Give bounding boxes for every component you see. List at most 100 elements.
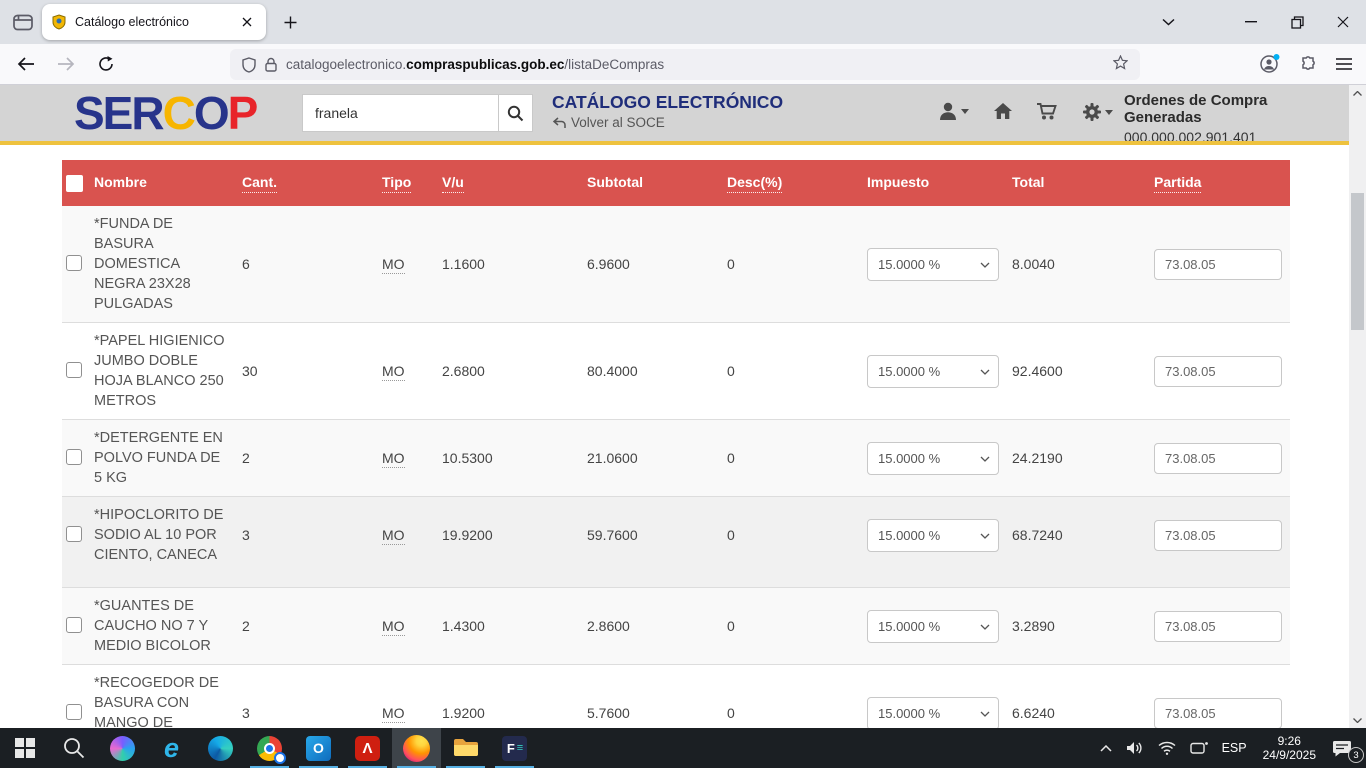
back-button[interactable] — [10, 48, 42, 80]
total-value: 6.6240 — [1012, 705, 1154, 721]
shield-icon — [242, 57, 256, 73]
select-all-checkbox[interactable] — [66, 175, 83, 192]
firefox-view-button[interactable] — [8, 9, 38, 35]
descuento-value: 0 — [727, 256, 867, 272]
window-close-button[interactable] — [1320, 0, 1366, 44]
tray-volume-button[interactable] — [1119, 728, 1151, 768]
subtotal-value: 5.7600 — [587, 705, 727, 721]
subtotal-value: 21.0600 — [587, 450, 727, 466]
list-all-tabs-button[interactable] — [1154, 8, 1182, 36]
row-checkbox[interactable] — [66, 449, 82, 465]
reload-icon — [98, 56, 114, 72]
taskbar-outlook-button[interactable]: O — [294, 728, 343, 768]
home-button[interactable] — [993, 102, 1013, 120]
column-header: Desc(%) — [727, 174, 867, 193]
impuesto-select-wrap: 15.0000 % — [867, 697, 999, 729]
window-minimize-button[interactable] — [1228, 0, 1274, 44]
column-header: Cant. — [242, 174, 382, 193]
partida-input[interactable] — [1154, 611, 1282, 642]
sercop-header: SERCOP CATÁLOGO ELECTRÓNICO Volver al SO… — [0, 85, 1349, 141]
user-menu-button[interactable] — [938, 102, 969, 121]
language-indicator[interactable]: ESP — [1215, 728, 1254, 768]
tray-device-button[interactable] — [1183, 728, 1215, 768]
scroll-down-arrow[interactable] — [1349, 712, 1366, 728]
row-checkbox[interactable] — [66, 526, 82, 542]
forward-arrow-icon — [57, 57, 75, 71]
window-restore-button[interactable] — [1274, 0, 1320, 44]
partida-input[interactable] — [1154, 356, 1282, 387]
cantidad-value: 3 — [242, 527, 382, 543]
acrobat-icon: Λ — [355, 736, 380, 761]
forward-button[interactable] — [50, 48, 82, 80]
reload-button[interactable] — [90, 48, 122, 80]
scroll-up-arrow[interactable] — [1349, 85, 1366, 101]
browser-tab[interactable]: Catálogo electrónico — [42, 4, 266, 40]
search-button[interactable] — [498, 94, 533, 132]
total-value: 92.4600 — [1012, 363, 1154, 379]
row-checkbox[interactable] — [66, 362, 82, 378]
chevron-down-icon — [980, 533, 990, 539]
cart-icon — [1036, 102, 1058, 121]
partida-input[interactable] — [1154, 698, 1282, 729]
subtotal-value: 59.7600 — [587, 527, 727, 543]
account-button[interactable] — [1254, 48, 1286, 80]
app-menu-button[interactable] — [1328, 48, 1360, 80]
valor-unitario-value: 2.6800 — [442, 363, 587, 379]
taskbar-internet-explorer-button[interactable]: e — [147, 728, 196, 768]
taskbar-copilot-button[interactable] — [98, 728, 147, 768]
column-header: Total — [1012, 174, 1154, 192]
subtotal-value: 80.4000 — [587, 363, 727, 379]
vertical-scrollbar[interactable] — [1349, 85, 1366, 728]
taskbar-chrome-button[interactable] — [245, 728, 294, 768]
chevron-down-icon — [1162, 18, 1175, 26]
valor-unitario-value: 10.5300 — [442, 450, 587, 466]
settings-menu-button[interactable] — [1082, 102, 1113, 122]
product-name: *RECOGEDOR DE BASURA CON MANGO DE PLASTI… — [94, 673, 242, 728]
taskbar-firefox-button[interactable] — [392, 728, 441, 768]
partida-input[interactable] — [1154, 443, 1282, 474]
start-button[interactable] — [0, 728, 49, 768]
row-checkbox[interactable] — [66, 704, 82, 720]
tab-close-button[interactable] — [237, 12, 257, 32]
tipo-value: MO — [382, 705, 405, 723]
cart-button[interactable] — [1036, 102, 1058, 121]
new-tab-button[interactable] — [276, 8, 304, 36]
search-icon — [63, 737, 85, 759]
volver-al-soce-label: Volver al SOCE — [571, 115, 665, 130]
extensions-button[interactable] — [1292, 48, 1324, 80]
tray-wifi-button[interactable] — [1151, 728, 1183, 768]
volver-al-soce-link[interactable]: Volver al SOCE — [552, 115, 665, 130]
tipo-value: MO — [382, 256, 405, 274]
taskbar-acrobat-button[interactable]: Λ — [343, 728, 392, 768]
cantidad-value: 6 — [242, 256, 382, 272]
taskbar-edge-button[interactable] — [196, 728, 245, 768]
taskbar-fesc-app-button[interactable]: F≡ — [490, 728, 539, 768]
partida-input[interactable] — [1154, 520, 1282, 551]
descuento-value: 0 — [727, 618, 867, 634]
chevron-down-icon — [980, 711, 990, 717]
row-checkbox[interactable] — [66, 617, 82, 633]
chrome-icon — [257, 736, 282, 761]
products-table: NombreCant.TipoV/uSubtotalDesc(%)Impuest… — [62, 160, 1290, 728]
clock-date: 24/9/2025 — [1263, 748, 1316, 762]
bookmark-star-button[interactable] — [1113, 55, 1128, 75]
sercop-logo[interactable]: SERCOP — [74, 88, 256, 138]
taskbar-file-explorer-button[interactable] — [441, 728, 490, 768]
cantidad-value: 2 — [242, 450, 382, 466]
close-icon — [1337, 16, 1349, 28]
taskbar-search-button[interactable] — [49, 728, 98, 768]
impuesto-select-wrap: 15.0000 % — [867, 248, 999, 281]
tray-device-icon — [1190, 741, 1208, 755]
notification-center-button[interactable]: 3 — [1325, 728, 1366, 768]
logo-p: P — [228, 87, 257, 139]
url-bar[interactable]: catalogoelectronico.compraspublicas.gob.… — [230, 49, 1140, 80]
row-checkbox[interactable] — [66, 255, 82, 271]
clock[interactable]: 9:26 24/9/2025 — [1254, 734, 1325, 762]
edge-icon — [208, 736, 233, 761]
search-input[interactable] — [302, 94, 498, 132]
scrollbar-thumb[interactable] — [1351, 193, 1364, 330]
tray-chevron-button[interactable] — [1093, 728, 1119, 768]
product-name: *DETERGENTE EN POLVO FUNDA DE 5 KG — [94, 428, 242, 488]
partida-input[interactable] — [1154, 249, 1282, 280]
logo-ser: SER — [74, 87, 163, 139]
